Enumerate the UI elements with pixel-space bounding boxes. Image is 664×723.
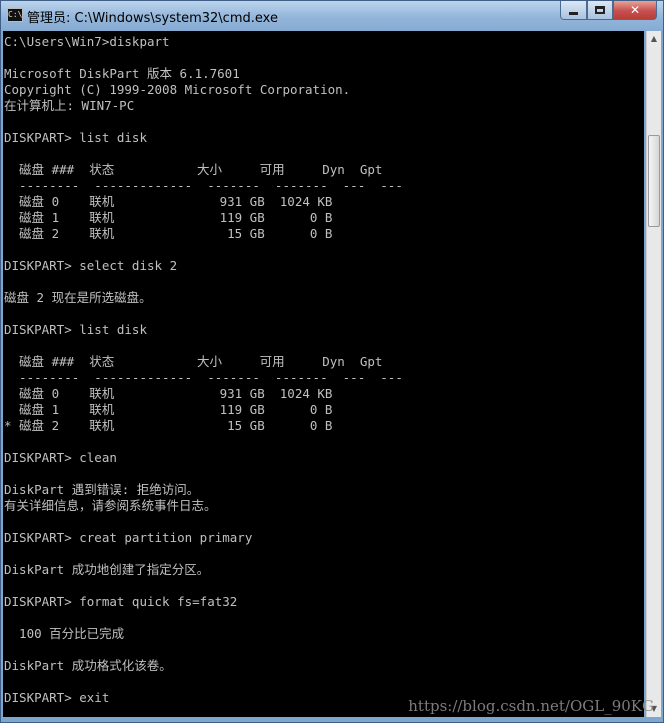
maximize-button[interactable]	[587, 1, 613, 20]
cmd-window: C:\ 管理员: C:\Windows\system32\cmd.exe ✕ C…	[0, 0, 664, 723]
window-title: 管理员: C:\Windows\system32\cmd.exe	[27, 11, 278, 26]
window-controls: ✕	[560, 1, 657, 21]
close-icon: ✕	[629, 3, 641, 17]
cmd-icon: C:\	[7, 8, 23, 22]
maximize-icon	[595, 6, 605, 14]
title-bar[interactable]: C:\ 管理员: C:\Windows\system32\cmd.exe ✕	[1, 1, 663, 31]
console-text: C:\Users\Win7>diskpart Microsoft DiskPar…	[4, 34, 403, 705]
console-output[interactable]: C:\Users\Win7>diskpart Microsoft DiskPar…	[3, 31, 644, 717]
minimize-button[interactable]	[560, 1, 587, 20]
minimize-icon	[569, 11, 578, 15]
close-button[interactable]: ✕	[613, 1, 657, 20]
vertical-scrollbar[interactable]: ▲ ▼	[646, 31, 661, 717]
scroll-thumb[interactable]	[648, 135, 660, 227]
scroll-up-icon[interactable]: ▲	[647, 31, 661, 47]
watermark: https://blog.csdn.net/OGL_90KG	[408, 697, 654, 715]
